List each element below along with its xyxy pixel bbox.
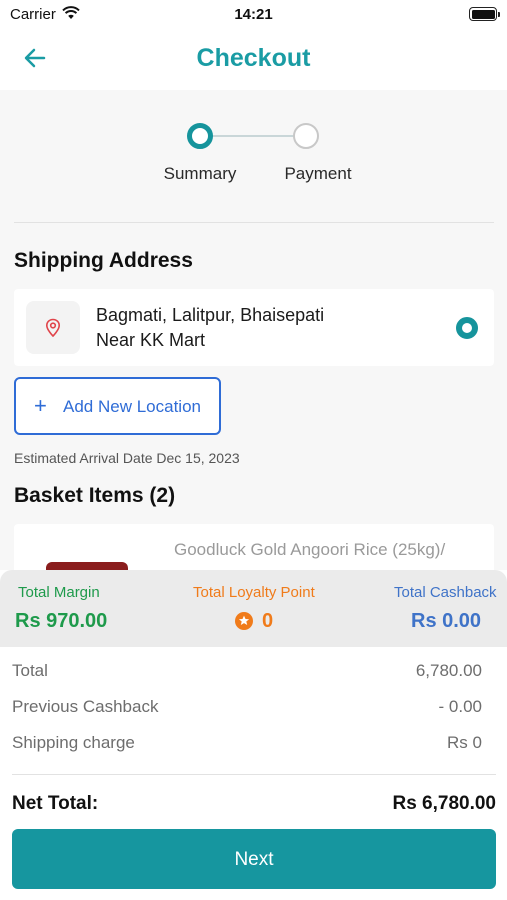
- total-cashback-value: Rs 0.00: [411, 610, 482, 632]
- basket-items-title: Basket Items (2): [14, 484, 176, 507]
- divider: [14, 222, 494, 223]
- stepper-connector: [200, 135, 306, 137]
- next-button[interactable]: Next: [12, 829, 496, 889]
- step-summary-label: Summary: [163, 164, 237, 183]
- total-loyalty-value: 0: [262, 610, 274, 632]
- address-line-1: Bagmati, Lalitpur, Bhaisepati: [96, 305, 325, 325]
- address-line-2: Near KK Mart: [96, 330, 206, 350]
- previous-cashback-label: Previous Cashback: [12, 697, 159, 716]
- total-loyalty-label: Total Loyalty Point: [193, 584, 315, 601]
- previous-cashback-value: - 0.00: [438, 697, 482, 716]
- total-loyalty-block: Total Loyalty Point 0: [169, 570, 338, 647]
- total-margin-block: Total Margin Rs 970.00: [0, 570, 169, 647]
- shipping-charge-value: Rs 0: [447, 733, 482, 752]
- clock: 14:21: [234, 6, 273, 23]
- step-summary-indicator[interactable]: [187, 123, 213, 149]
- basket-item-card[interactable]: Goodluck Gold Angoori Rice (25kg)/: [14, 524, 494, 570]
- total-value: 6,780.00: [415, 661, 482, 680]
- total-margin-label: Total Margin: [18, 584, 100, 601]
- star-coin-icon: [235, 612, 253, 635]
- step-payment-label: Payment: [284, 164, 352, 183]
- status-bar: Carrier 14:21: [0, 0, 507, 28]
- shipping-charge-label: Shipping charge: [12, 733, 135, 752]
- total-cashback-label: Total Cashback: [394, 584, 497, 601]
- step-payment-indicator[interactable]: [293, 123, 319, 149]
- location-pin-icon: [26, 301, 80, 354]
- shipping-address-title: Shipping Address: [14, 249, 193, 272]
- checkout-stepper: Summary Payment: [140, 120, 370, 190]
- checkout-content: Summary Payment Shipping Address Bagmati…: [0, 90, 507, 570]
- total-cashback-block: Total Cashback Rs 0.00: [338, 570, 507, 647]
- app-header: Checkout: [0, 28, 507, 90]
- order-totals: Total 6,780.00 Previous Cashback - 0.00 …: [0, 647, 507, 900]
- total-margin-value: Rs 970.00: [15, 610, 108, 632]
- total-label: Total: [12, 661, 48, 680]
- divider: [12, 774, 496, 775]
- estimated-arrival-text: Estimated Arrival Date Dec 15, 2023: [14, 450, 240, 466]
- product-image: [46, 562, 128, 570]
- summary-strip: Total Margin Rs 970.00 Total Loyalty Poi…: [0, 570, 507, 647]
- plus-icon: +: [34, 393, 47, 418]
- net-total-value: Rs 6,780.00: [392, 793, 496, 814]
- page-title: Checkout: [196, 44, 311, 72]
- add-new-location-button[interactable]: + Add New Location: [14, 377, 221, 435]
- next-button-label: Next: [234, 849, 274, 870]
- battery-icon: [469, 7, 500, 21]
- address-card[interactable]: Bagmati, Lalitpur, Bhaisepati Near KK Ma…: [14, 289, 494, 366]
- add-new-location-label: Add New Location: [63, 397, 201, 416]
- net-total-label: Net Total:: [12, 793, 99, 814]
- address-radio-selected[interactable]: [456, 317, 478, 339]
- product-name: Goodluck Gold Angoori Rice (25kg)/: [174, 540, 446, 559]
